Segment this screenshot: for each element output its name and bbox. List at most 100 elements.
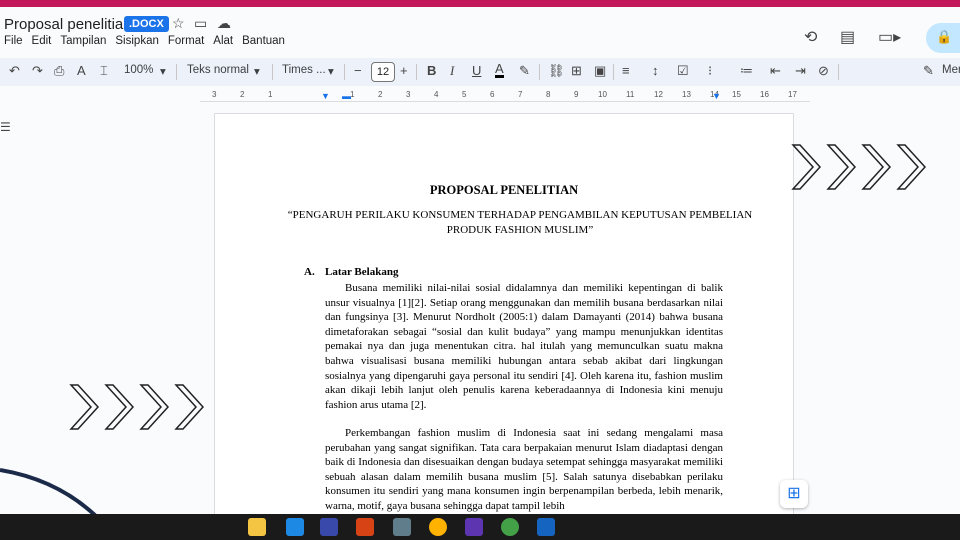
ruler-tick: 13 xyxy=(682,90,691,99)
app-icon[interactable] xyxy=(393,518,411,536)
divider xyxy=(272,64,273,80)
add-comment-button[interactable]: ⊞ xyxy=(780,480,808,508)
section-heading: Latar Belakang xyxy=(325,266,399,278)
menu-tools[interactable]: Alat xyxy=(213,35,233,47)
italic-icon[interactable]: I xyxy=(450,63,454,79)
ruler-baseline xyxy=(200,101,810,102)
ruler-tick: 9 xyxy=(574,90,579,99)
divider xyxy=(539,64,540,80)
divider xyxy=(416,64,417,80)
outline-icon[interactable]: ☰ xyxy=(0,120,11,134)
checklist-icon[interactable]: ☑ xyxy=(677,63,689,79)
folder-icon[interactable]: ▭ xyxy=(194,15,207,32)
zoom-select[interactable]: 100% xyxy=(124,64,153,76)
title-bar: Proposal penelitian .DOCX ☆ ▭ ☁ File Edi… xyxy=(0,7,960,55)
ruler-tick: 3 xyxy=(406,90,411,99)
numbered-list-icon[interactable]: ≔ xyxy=(740,63,753,79)
font-size-input[interactable]: 12 xyxy=(371,62,395,82)
menu-insert[interactable]: Sisipkan xyxy=(115,35,158,47)
document-title[interactable]: Proposal penelitian xyxy=(4,16,132,33)
decrease-indent-icon[interactable]: ⇤ xyxy=(770,63,781,79)
spellcheck-icon[interactable]: A xyxy=(77,63,86,78)
image-icon[interactable]: ▣ xyxy=(594,63,606,79)
ruler-tick: 10 xyxy=(598,90,607,99)
ruler-tick: 15 xyxy=(732,90,741,99)
increase-indent-icon[interactable]: ⇥ xyxy=(795,63,806,79)
highlight-icon[interactable]: ✎ xyxy=(519,63,530,79)
history-icon[interactable]: ⟲ xyxy=(804,27,817,47)
ruler-tick: 2 xyxy=(378,90,383,99)
ruler-tick: 2 xyxy=(240,90,245,99)
menu-edit[interactable]: Edit xyxy=(32,35,52,47)
ruler-tick: 4 xyxy=(434,90,439,99)
paragraph-2: Perkembangan fashion muslim di Indonesia… xyxy=(325,427,723,512)
line-spacing-icon[interactable]: ↕ xyxy=(652,63,659,78)
clear-formatting-icon[interactable]: ⊘ xyxy=(818,63,829,79)
cloud-icon[interactable]: ☁ xyxy=(217,15,231,32)
format-badge: .DOCX xyxy=(124,16,169,32)
right-indent-icon[interactable]: ▼ xyxy=(712,91,721,101)
ruler-tick: 3 xyxy=(212,90,217,99)
align-icon[interactable]: ≡ xyxy=(622,63,630,78)
decrease-font-icon[interactable]: − xyxy=(354,63,362,78)
share-button[interactable]: 🔒 xyxy=(926,23,960,53)
redo-icon[interactable]: ↷ xyxy=(32,63,43,79)
first-line-indent-icon[interactable]: ▬ xyxy=(342,91,351,101)
menu-format[interactable]: Format xyxy=(168,35,204,47)
bulleted-list-icon[interactable]: ⁝ xyxy=(708,63,712,79)
indent-marker-icon[interactable]: ▼ xyxy=(321,91,330,101)
word-icon[interactable] xyxy=(537,518,555,536)
page-title: PROPOSAL PENELITIAN xyxy=(429,183,579,197)
ruler-tick: 6 xyxy=(490,90,495,99)
add-comment-icon[interactable]: ⊞ xyxy=(571,63,582,79)
ruler-tick: 12 xyxy=(654,90,663,99)
section-label: A. xyxy=(304,266,315,278)
ruler-tick: 16 xyxy=(760,90,769,99)
font-select[interactable]: Times ... xyxy=(282,64,326,76)
toolbar: ↶ ↷ ⎙ A ⌶ 100% ▾ Teks normal ▾ Times ...… xyxy=(0,58,960,86)
menu-file[interactable]: File xyxy=(4,35,23,47)
paint-format-icon[interactable]: ⌶ xyxy=(100,63,108,79)
paragraph-1: Busana memiliki nilai-nilai sosial didal… xyxy=(325,282,723,411)
text-color-icon[interactable]: A xyxy=(495,62,504,78)
menu-view[interactable]: Tampilan xyxy=(60,35,106,47)
ruler[interactable]: 3 2 1 1 2 3 4 5 6 7 8 9 10 11 12 13 14 1… xyxy=(200,88,810,102)
menu-help[interactable]: Bantuan xyxy=(242,35,285,47)
chrome-icon[interactable] xyxy=(501,518,519,536)
window-accent-bar xyxy=(0,0,960,7)
app-icon[interactable] xyxy=(465,518,483,536)
chevron-decoration-icon xyxy=(791,144,927,190)
ruler-tick: 8 xyxy=(546,90,551,99)
file-explorer-icon[interactable] xyxy=(248,518,266,536)
underline-icon[interactable]: U xyxy=(472,63,481,78)
menu-bar: File Edit Tampilan Sisipkan Format Alat … xyxy=(4,35,285,47)
bold-icon[interactable]: B xyxy=(427,63,436,78)
undo-icon[interactable]: ↶ xyxy=(9,63,20,79)
app-icon[interactable] xyxy=(429,518,447,536)
document-page[interactable]: PROPOSAL PENELITIAN “PENGARUH PERILAKU K… xyxy=(215,114,793,540)
comment-icon[interactable]: ▤ xyxy=(840,27,855,47)
taskbar xyxy=(0,514,960,540)
divider xyxy=(613,64,614,80)
increase-font-icon[interactable]: + xyxy=(400,63,408,78)
app-icon[interactable] xyxy=(356,518,374,536)
print-icon[interactable]: ⎙ xyxy=(54,63,64,79)
mail-icon[interactable] xyxy=(286,518,304,536)
ruler-tick: 11 xyxy=(626,90,635,99)
app-icon[interactable] xyxy=(320,518,338,536)
ruler-tick: 17 xyxy=(788,90,797,99)
ruler-tick: 5 xyxy=(462,90,467,99)
editing-mode-label[interactable]: Mer xyxy=(942,64,960,76)
pencil-icon[interactable]: ✎ xyxy=(923,63,934,79)
ruler-tick: 1 xyxy=(268,90,273,99)
chevron-down-icon: ▾ xyxy=(160,66,166,78)
chevron-decoration-icon xyxy=(69,384,205,430)
divider xyxy=(344,64,345,80)
video-icon[interactable]: ▭▸ xyxy=(878,27,901,47)
style-select[interactable]: Teks normal xyxy=(187,64,249,76)
chevron-down-icon: ▾ xyxy=(328,66,334,78)
divider xyxy=(838,64,839,80)
curve-decoration-icon xyxy=(0,468,102,520)
star-icon[interactable]: ☆ xyxy=(172,15,185,32)
link-icon[interactable]: ⛓ xyxy=(548,63,565,79)
